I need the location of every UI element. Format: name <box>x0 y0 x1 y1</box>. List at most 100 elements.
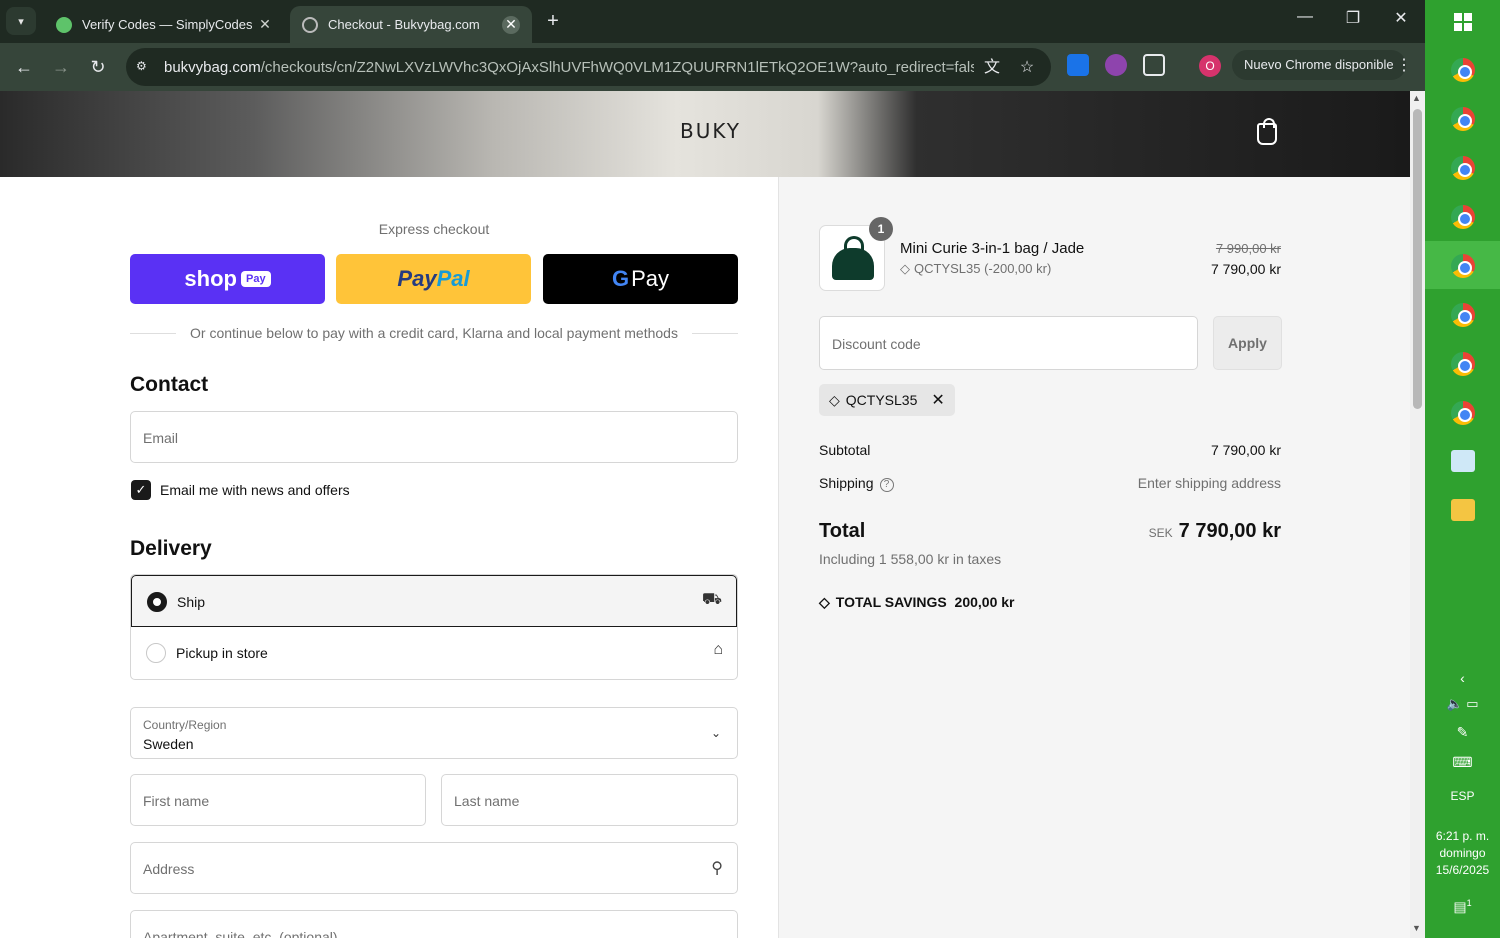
truck-icon: ⛟ <box>701 591 722 608</box>
simplycodes-favicon-icon <box>56 16 72 33</box>
more-menu-icon[interactable]: ⋮ <box>1396 55 1412 75</box>
google-pay-wordmark: Pay <box>631 266 670 291</box>
help-circle-icon[interactable]: ? <box>879 478 894 492</box>
subtotal-label: Subtotal <box>819 442 871 458</box>
chrome-app-icon[interactable] <box>1451 254 1475 278</box>
delivery-option-pickup[interactable]: Pickup in store ⌂ <box>131 627 737 679</box>
scroll-down-arrow-icon[interactable]: ▼ <box>1412 923 1421 933</box>
url-text[interactable]: bukvybag.com/checkouts/cn/Z2NwLXVzLWVhc3… <box>164 59 974 76</box>
store-icon: ⌂ <box>713 641 723 658</box>
extensions-puzzle-icon[interactable] <box>1143 54 1165 76</box>
chrome-app-icon[interactable] <box>1451 303 1475 327</box>
tag-icon: ◇ <box>900 261 910 276</box>
pickup-label: Pickup in store <box>176 645 268 661</box>
original-price: 7 990,00 kr <box>1215 241 1281 256</box>
last-name-field[interactable]: Last name <box>441 774 738 826</box>
total-value: 7 790,00 kr <box>1178 520 1281 542</box>
globe-favicon-icon <box>302 16 318 33</box>
first-name-placeholder: First name <box>143 793 210 809</box>
close-tab-icon[interactable]: ✕ <box>256 16 274 34</box>
address-field[interactable]: Address ⚲ <box>130 842 738 894</box>
scroll-up-arrow-icon[interactable]: ▲ <box>1412 93 1421 103</box>
email-field[interactable]: Email <box>130 411 738 463</box>
volume-network-icons[interactable]: 🔈 ▭ <box>1425 696 1500 712</box>
remove-discount-icon[interactable]: ✕ <box>931 390 944 410</box>
shield-extension-icon[interactable] <box>1067 54 1089 76</box>
translate-icon[interactable]: 文 <box>981 57 1003 79</box>
shop-pay-button[interactable]: shop Pay <box>130 254 325 304</box>
tab-simplycodes[interactable]: Verify Codes — SimplyCodes ✕ <box>44 6 286 43</box>
first-name-field[interactable]: First name <box>130 774 426 826</box>
tab-title: Checkout - Bukvybag.com <box>328 17 480 32</box>
apartment-field[interactable]: Apartment, suite, etc. (optional) <box>130 910 738 938</box>
country-select[interactable]: Country/Region Sweden ⌄ <box>130 707 738 759</box>
delivery-option-ship[interactable]: Ship ⛟ <box>131 575 737 627</box>
contact-heading: Contact <box>130 373 209 396</box>
minimize-window-button[interactable]: — <box>1290 8 1320 26</box>
shipping-label: Shipping <box>819 475 874 491</box>
profile-avatar[interactable]: O <box>1199 55 1221 77</box>
tag-icon: ◇ <box>829 391 840 408</box>
tab-search-menu-button[interactable]: ▾ <box>6 7 36 35</box>
chrome-app-icon[interactable] <box>1451 156 1475 180</box>
file-explorer-icon[interactable] <box>1451 499 1475 521</box>
newsletter-label[interactable]: Email me with news and offers <box>160 482 350 498</box>
clock-day[interactable]: domingo <box>1425 846 1500 860</box>
product-name: Mini Curie 3-in-1 bag / Jade <box>900 240 1085 257</box>
clock-date[interactable]: 15/6/2025 <box>1425 863 1500 877</box>
language-indicator[interactable]: ESP <box>1425 789 1500 803</box>
email-placeholder: Email <box>143 430 179 446</box>
chrome-app-icon[interactable] <box>1451 58 1475 82</box>
google-pay-button[interactable]: G Pay <box>543 254 738 304</box>
clock-time[interactable]: 6:21 p. m. <box>1425 829 1500 843</box>
scrollbar-thumb[interactable] <box>1413 109 1422 409</box>
forward-button[interactable]: → <box>49 55 73 79</box>
show-hidden-icons-chevron[interactable]: ‹ <box>1425 670 1500 686</box>
ship-radio[interactable] <box>147 592 167 612</box>
savings-label: TOTAL SAVINGS <box>835 594 947 610</box>
order-summary-column: 1 Mini Curie 3-in-1 bag / Jade ◇ QCTYSL35… <box>778 177 1410 938</box>
pickup-radio[interactable] <box>146 643 166 663</box>
apply-discount-button[interactable]: Apply <box>1213 316 1282 370</box>
notepad-app-icon[interactable] <box>1451 450 1475 472</box>
site-info-icon[interactable]: ⚙ <box>136 59 152 75</box>
chrome-update-button[interactable]: Nuevo Chrome disponible <box>1232 50 1406 80</box>
chrome-app-icon[interactable] <box>1451 205 1475 229</box>
page-scrollbar[interactable]: ▲ ▼ <box>1410 91 1425 938</box>
reload-button[interactable]: ↻ <box>86 55 110 79</box>
paypal-button[interactable]: Pay Pal <box>336 254 531 304</box>
product-discount-text: QCTYSL35 (-200,00 kr) <box>914 261 1052 276</box>
product-discount-line: ◇ QCTYSL35 (-200,00 kr) <box>900 261 1051 277</box>
delivery-heading: Delivery <box>130 537 212 560</box>
restore-window-button[interactable]: ❐ <box>1338 8 1368 28</box>
checkout-form-column: Express checkout shop Pay Pay Pal G Pay Or … <box>0 177 778 938</box>
shopping-bag-icon[interactable] <box>1257 118 1277 145</box>
notifications-icon[interactable]: ▤1 <box>1425 898 1500 916</box>
chrome-app-icon[interactable] <box>1451 401 1475 425</box>
url-domain: bukvybag.com <box>164 59 261 76</box>
apartment-placeholder: Apartment, suite, etc. (optional) <box>143 929 338 938</box>
bookmark-star-icon[interactable]: ☆ <box>1016 57 1038 79</box>
discount-code-input[interactable]: Discount code <box>819 316 1198 370</box>
pen-icon[interactable]: ✎ <box>1425 724 1500 741</box>
ship-label: Ship <box>177 594 206 610</box>
keyboard-icon[interactable]: ⌨ <box>1425 754 1500 771</box>
address-bar[interactable]: ⚙ bukvybag.com/checkouts/cn/Z2NwLXVzLWVh… <box>126 48 1051 86</box>
chevron-down-icon: ⌄ <box>710 726 721 740</box>
tab-checkout[interactable]: Checkout - Bukvybag.com ✕ <box>290 6 532 43</box>
back-button[interactable]: ← <box>12 55 36 79</box>
tab-title: Verify Codes — SimplyCodes <box>82 17 253 32</box>
tag-icon: ◇ <box>819 594 830 610</box>
close-tab-icon[interactable]: ✕ <box>502 15 520 34</box>
newsletter-checkbox[interactable]: ✓ <box>131 480 151 500</box>
chrome-app-icon[interactable] <box>1451 107 1475 131</box>
browser-tab-bar: ▾ Verify Codes — SimplyCodes ✕ Checkout … <box>0 0 1425 43</box>
shipping-row: Shipping? <box>819 475 894 492</box>
new-tab-button[interactable]: + <box>542 10 564 32</box>
divider-text: Or continue below to pay with a credit c… <box>190 325 678 341</box>
purple-extension-icon[interactable] <box>1105 54 1127 76</box>
store-logo[interactable]: BUKY <box>680 119 741 143</box>
chrome-app-icon[interactable] <box>1451 352 1475 376</box>
windows-start-icon[interactable] <box>1454 13 1472 31</box>
close-window-button[interactable]: ✕ <box>1386 8 1416 28</box>
